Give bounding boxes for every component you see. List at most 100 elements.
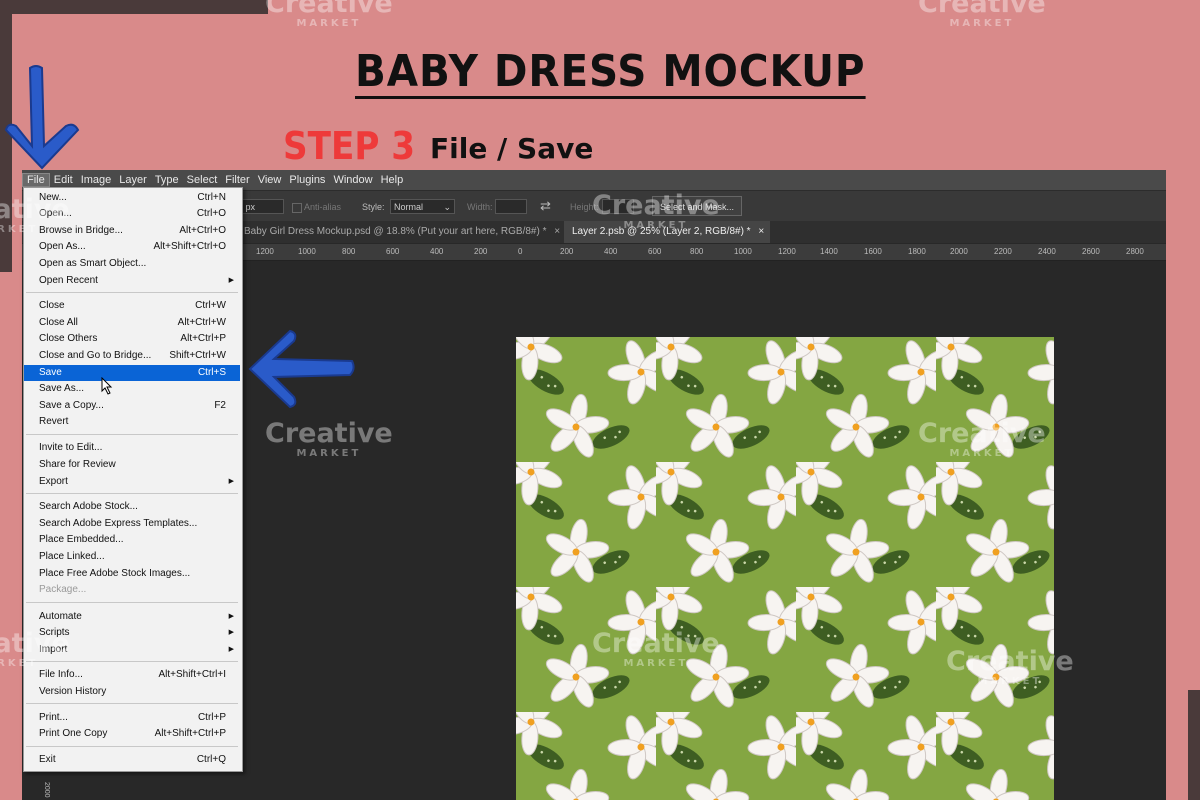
menu-item-close-all[interactable]: Close All Alt+Ctrl+W	[24, 315, 240, 331]
menu-item-close-and-go-to-bridge[interactable]: Close and Go to Bridge... Shift+Ctrl+W	[24, 348, 240, 364]
menu-item-save-as[interactable]: Save As...	[24, 381, 240, 397]
ruler-tick: 1000	[298, 247, 316, 256]
style-label: Style:	[362, 202, 385, 212]
height-input[interactable]	[602, 199, 634, 214]
vertical-ruler-label: 2000	[43, 782, 50, 798]
menu-item-new[interactable]: New... Ctrl+N	[24, 190, 240, 206]
menu-item-place-linked[interactable]: Place Linked...	[24, 549, 240, 565]
frame-right-bar	[1188, 690, 1200, 800]
select-and-mask-button[interactable]: Select and Mask...	[652, 196, 742, 216]
style-select-value: Normal	[394, 202, 424, 212]
menu-item-place-embedded[interactable]: Place Embedded...	[24, 532, 240, 548]
width-input[interactable]	[495, 199, 527, 214]
ruler-tick: 1600	[864, 247, 882, 256]
menu-item-label: Import	[39, 644, 68, 655]
submenu-arrow-icon: ▶	[228, 646, 234, 653]
ruler-tick: 2800	[1126, 247, 1144, 256]
menu-separator	[26, 292, 238, 293]
menu-item-shortcut: Alt+Shift+Ctrl+P	[154, 728, 226, 739]
menu-item-automate[interactable]: Automate ▶	[24, 609, 240, 625]
menu-item-invite-to-edit[interactable]: Invite to Edit...	[24, 440, 240, 456]
menu-item-label: New...	[39, 192, 67, 203]
menu-select[interactable]: Select	[183, 174, 222, 186]
menu-item-label: Open as Smart Object...	[39, 258, 147, 269]
menu-item-save-a-copy[interactable]: Save a Copy... F2	[24, 398, 240, 414]
height-label: Height:	[570, 202, 599, 212]
mouse-cursor-icon	[101, 377, 113, 395]
step-instruction: File / Save	[430, 132, 594, 165]
menu-item-import[interactable]: Import ▶	[24, 642, 240, 658]
ruler-tick: 1800	[908, 247, 926, 256]
menu-item-revert[interactable]: Revert	[24, 414, 240, 430]
submenu-arrow-icon: ▶	[228, 478, 234, 485]
menu-view[interactable]: View	[254, 174, 286, 186]
ruler-tick: 0	[518, 247, 523, 256]
menu-item-exit[interactable]: Exit Ctrl+Q	[24, 752, 240, 768]
menu-item-label: Browse in Bridge...	[39, 225, 123, 236]
chevron-down-icon: ⌄	[443, 202, 451, 212]
tab-baby-girl-dress-mockup[interactable]: Baby Girl Dress Mockup.psd @ 18.8% (Put …	[236, 221, 562, 243]
ruler-tick: 400	[604, 247, 618, 256]
menu-help[interactable]: Help	[377, 174, 408, 186]
menu-item-open-as-smart-object[interactable]: Open as Smart Object...	[24, 256, 240, 272]
menu-item-open-as[interactable]: Open As... Alt+Shift+Ctrl+O	[24, 239, 240, 255]
file-menu: New... Ctrl+N Open... Ctrl+O Browse in Bri…	[23, 187, 243, 772]
menu-item-label: Package...	[39, 584, 87, 595]
watermark: Creative MARKET	[265, 0, 393, 29]
menu-filter[interactable]: Filter	[221, 174, 253, 186]
menu-item-label: Print One Copy	[39, 728, 108, 739]
menu-item-package: Package...	[24, 582, 240, 598]
menu-item-version-history[interactable]: Version History	[24, 684, 240, 700]
menu-item-search-adobe-express-templates[interactable]: Search Adobe Express Templates...	[24, 516, 240, 532]
ruler-tick: 600	[386, 247, 400, 256]
anti-alias-checkbox[interactable]	[292, 203, 302, 213]
menu-item-label: Exit	[39, 754, 56, 765]
menu-type[interactable]: Type	[151, 174, 183, 186]
menu-item-shortcut: Alt+Ctrl+W	[177, 317, 226, 328]
menu-item-search-adobe-stock[interactable]: Search Adobe Stock...	[24, 499, 240, 515]
close-icon[interactable]: ×	[554, 226, 560, 237]
ruler-tick: 1400	[820, 247, 838, 256]
menu-item-shortcut: Alt+Shift+Ctrl+I	[158, 669, 226, 680]
menu-item-shortcut: Ctrl+W	[195, 300, 226, 311]
submenu-arrow-icon: ▶	[228, 277, 234, 284]
menu-separator	[26, 703, 238, 704]
ruler-tick: 800	[342, 247, 356, 256]
menu-item-open[interactable]: Open... Ctrl+O	[24, 206, 240, 222]
menu-window[interactable]: Window	[329, 174, 376, 186]
menu-item-place-free-adobe-stock-images[interactable]: Place Free Adobe Stock Images...	[24, 566, 240, 582]
menu-item-close-others[interactable]: Close Others Alt+Ctrl+P	[24, 331, 240, 347]
menu-item-file-info[interactable]: File Info... Alt+Shift+Ctrl+I	[24, 667, 240, 683]
left-arrow-icon	[248, 329, 355, 409]
menu-item-scripts[interactable]: Scripts ▶	[24, 625, 240, 641]
close-icon[interactable]: ×	[758, 226, 764, 237]
menu-item-label: File Info...	[39, 669, 83, 680]
menu-plugins[interactable]: Plugins	[285, 174, 329, 186]
menu-item-shortcut: Alt+Shift+Ctrl+O	[153, 241, 226, 252]
menu-item-print-one-copy[interactable]: Print One Copy Alt+Shift+Ctrl+P	[24, 726, 240, 742]
menu-item-label: Scripts	[39, 627, 70, 638]
ruler-tick: 200	[560, 247, 574, 256]
style-select[interactable]: Normal ⌄	[390, 199, 455, 214]
menu-item-save[interactable]: Save Ctrl+S	[24, 365, 240, 381]
menu-item-label: Automate	[39, 611, 82, 622]
menu-item-print[interactable]: Print... Ctrl+P	[24, 710, 240, 726]
menu-item-label: Version History	[39, 686, 107, 697]
tab-layer-2[interactable]: Layer 2.psb @ 25% (Layer 2, RGB/8#) * ×	[564, 221, 770, 243]
menu-item-open-recent[interactable]: Open Recent ▶	[24, 273, 240, 289]
ruler-tick: 2000	[950, 247, 968, 256]
menu-separator	[26, 746, 238, 747]
menu-item-share-for-review[interactable]: Share for Review	[24, 457, 240, 473]
menu-item-export[interactable]: Export ▶	[24, 474, 240, 490]
down-arrow-icon	[4, 65, 80, 170]
menu-item-label: Close	[39, 300, 65, 311]
menu-layer[interactable]: Layer	[115, 174, 151, 186]
menu-item-browse-in-bridge[interactable]: Browse in Bridge... Alt+Ctrl+O	[24, 223, 240, 239]
ruler-tick: 400	[430, 247, 444, 256]
menu-item-label: Place Linked...	[39, 551, 105, 562]
swap-icon[interactable]: ⇄	[540, 198, 551, 214]
menu-separator	[26, 661, 238, 662]
menu-item-label: Close All	[39, 317, 78, 328]
menu-item-close[interactable]: Close Ctrl+W	[24, 298, 240, 314]
menu-item-label: Print...	[39, 712, 68, 723]
